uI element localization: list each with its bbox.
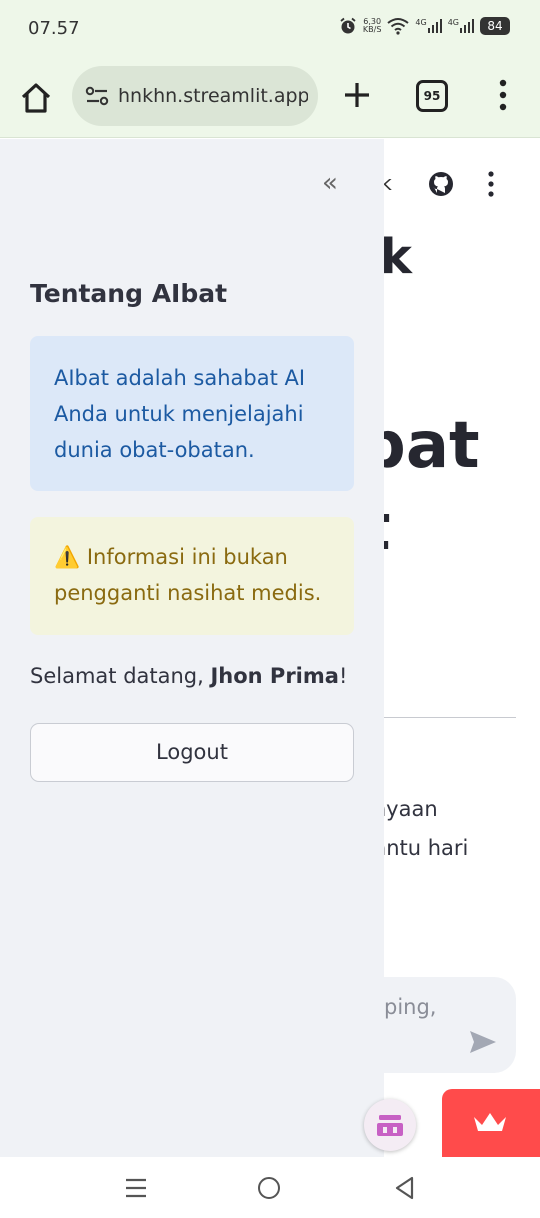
send-icon[interactable]: [468, 1029, 498, 1055]
net-speed: 6,30 KB/S: [362, 17, 382, 34]
app-menu-icon[interactable]: [484, 169, 498, 199]
alarm-icon: [340, 17, 356, 34]
web-page: rk k bat t anyaan bantu hari ping, « Ten…: [0, 139, 540, 1157]
signal-1: 4G: [415, 19, 442, 33]
status-bar: 07.57 6,30 KB/S 4G 4G 84: [0, 0, 540, 58]
user-name: Jhon Prima: [210, 664, 339, 688]
streamlit-badge-icon[interactable]: [364, 1099, 416, 1151]
site-settings-icon[interactable]: [84, 83, 110, 109]
battery-icon: 84: [480, 17, 510, 35]
logout-button[interactable]: Logout: [30, 723, 354, 782]
status-time: 07.57: [28, 18, 80, 39]
tab-switcher-button[interactable]: 95: [416, 80, 448, 112]
browser-toolbar: hnkhn.streamlit.app 95: [0, 58, 540, 138]
divider: [384, 717, 516, 718]
streamlit-cloud-button[interactable]: [442, 1089, 540, 1157]
signal-bars-icon: [460, 19, 474, 33]
new-tab-icon[interactable]: [340, 78, 374, 112]
warning-alert: ⚠️ Informasi ini bukan pengganti nasihat…: [30, 517, 354, 635]
status-icons: 6,30 KB/S 4G 4G 84: [339, 17, 510, 35]
recents-icon[interactable]: [124, 1177, 148, 1199]
signal-bars-icon: [427, 19, 442, 33]
sidebar: « Tentang AIbat AIbat adalah sahabat AI …: [0, 139, 384, 1157]
home-circle-icon[interactable]: [258, 1177, 280, 1199]
sidebar-heading: Tentang AIbat: [30, 279, 228, 308]
home-icon[interactable]: [18, 80, 54, 116]
system-nav-bar: [0, 1157, 540, 1218]
url-text[interactable]: hnkhn.streamlit.app: [118, 85, 308, 107]
github-icon[interactable]: [428, 171, 454, 197]
page-title-fragment: k: [380, 229, 412, 285]
chat-placeholder: ping,: [384, 995, 437, 1019]
overflow-menu-icon[interactable]: [496, 78, 510, 112]
address-bar[interactable]: hnkhn.streamlit.app: [72, 66, 318, 126]
wifi-icon: [387, 18, 410, 35]
warning-alert-text: ⚠️ Informasi ini bukan pengganti nasihat…: [54, 545, 322, 605]
collapse-sidebar-button[interactable]: «: [314, 169, 346, 201]
welcome-message: Selamat datang, Jhon Prima!: [30, 664, 348, 688]
back-icon[interactable]: [394, 1176, 416, 1200]
signal-2: 4G: [448, 19, 474, 33]
info-alert-text: AIbat adalah sahabat AI Anda untuk menje…: [54, 366, 306, 462]
info-alert: AIbat adalah sahabat AI Anda untuk menje…: [30, 336, 354, 491]
crown-icon: [474, 1113, 506, 1131]
